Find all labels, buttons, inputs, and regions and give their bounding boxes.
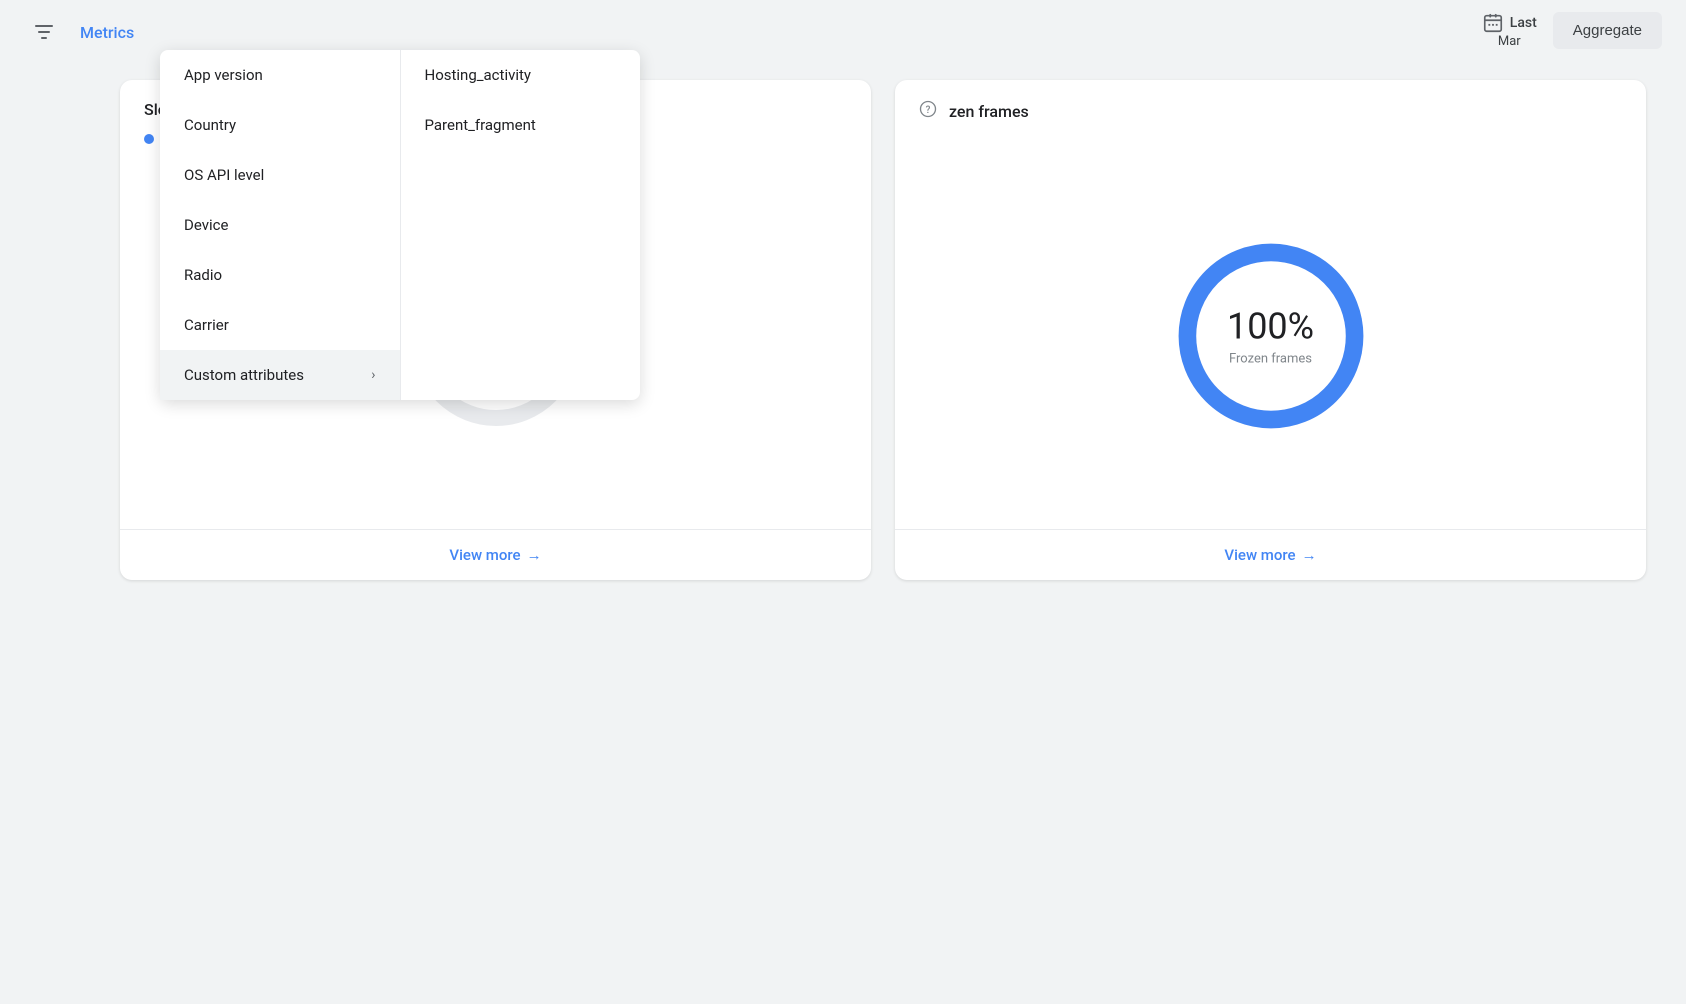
dropdown-item-carrier[interactable]: Carrier xyxy=(160,300,400,350)
frozen-frames-footer: View more → xyxy=(895,529,1646,580)
frozen-frames-subtitle xyxy=(895,134,1646,142)
date-range[interactable]: Last Mar xyxy=(1482,12,1537,49)
last-label: Last xyxy=(1510,15,1537,31)
dropdown-item-hosting-activity[interactable]: Hosting_activity xyxy=(401,50,641,100)
frozen-frames-view-more[interactable]: View more → xyxy=(1224,546,1316,564)
filter-icon xyxy=(32,20,56,44)
dropdown-item-radio[interactable]: Radio xyxy=(160,250,400,300)
frozen-frames-chart: 100% Frozen frames xyxy=(895,142,1646,529)
metrics-label: Metrics xyxy=(80,23,134,42)
frozen-frames-card: ? zen frames 100% Frozen frames xyxy=(895,80,1646,580)
dropdown-item-os-api-level[interactable]: OS API level xyxy=(160,150,400,200)
slow-rendering-view-more[interactable]: View more → xyxy=(449,546,541,564)
dropdown-item-app-version[interactable]: App version xyxy=(160,50,400,100)
frozen-frames-donut: 100% Frozen frames xyxy=(1161,226,1381,446)
dot-blue-icon xyxy=(144,134,154,144)
mar-label: Mar xyxy=(1498,34,1521,49)
info-icon: ? xyxy=(919,100,937,118)
slow-rendering-footer: View more → xyxy=(120,529,871,580)
dropdown-item-country[interactable]: Country xyxy=(160,100,400,150)
frozen-frames-center: 100% Frozen frames xyxy=(1227,305,1314,366)
chevron-right-icon: › xyxy=(371,367,375,383)
frozen-frames-title: ? zen frames xyxy=(895,80,1646,134)
arrow-right-icon: → xyxy=(527,546,542,564)
dropdown-item-custom-attributes[interactable]: Custom attributes › xyxy=(160,350,400,400)
dropdown-left-col: App version Country OS API level Device … xyxy=(160,50,401,400)
filter-button[interactable] xyxy=(24,12,64,52)
dropdown-right-col: Hosting_activity Parent_fragment xyxy=(401,50,641,400)
dropdown-item-parent-fragment[interactable]: Parent_fragment xyxy=(401,100,641,150)
top-right-controls: Last Mar Aggregate xyxy=(1482,12,1662,49)
filter-dropdown: App version Country OS API level Device … xyxy=(160,50,640,400)
svg-text:?: ? xyxy=(926,105,931,116)
aggregate-button[interactable]: Aggregate xyxy=(1553,12,1662,49)
calendar-icon xyxy=(1482,12,1504,34)
arrow-right-icon: → xyxy=(1302,546,1317,564)
dropdown-item-device[interactable]: Device xyxy=(160,200,400,250)
